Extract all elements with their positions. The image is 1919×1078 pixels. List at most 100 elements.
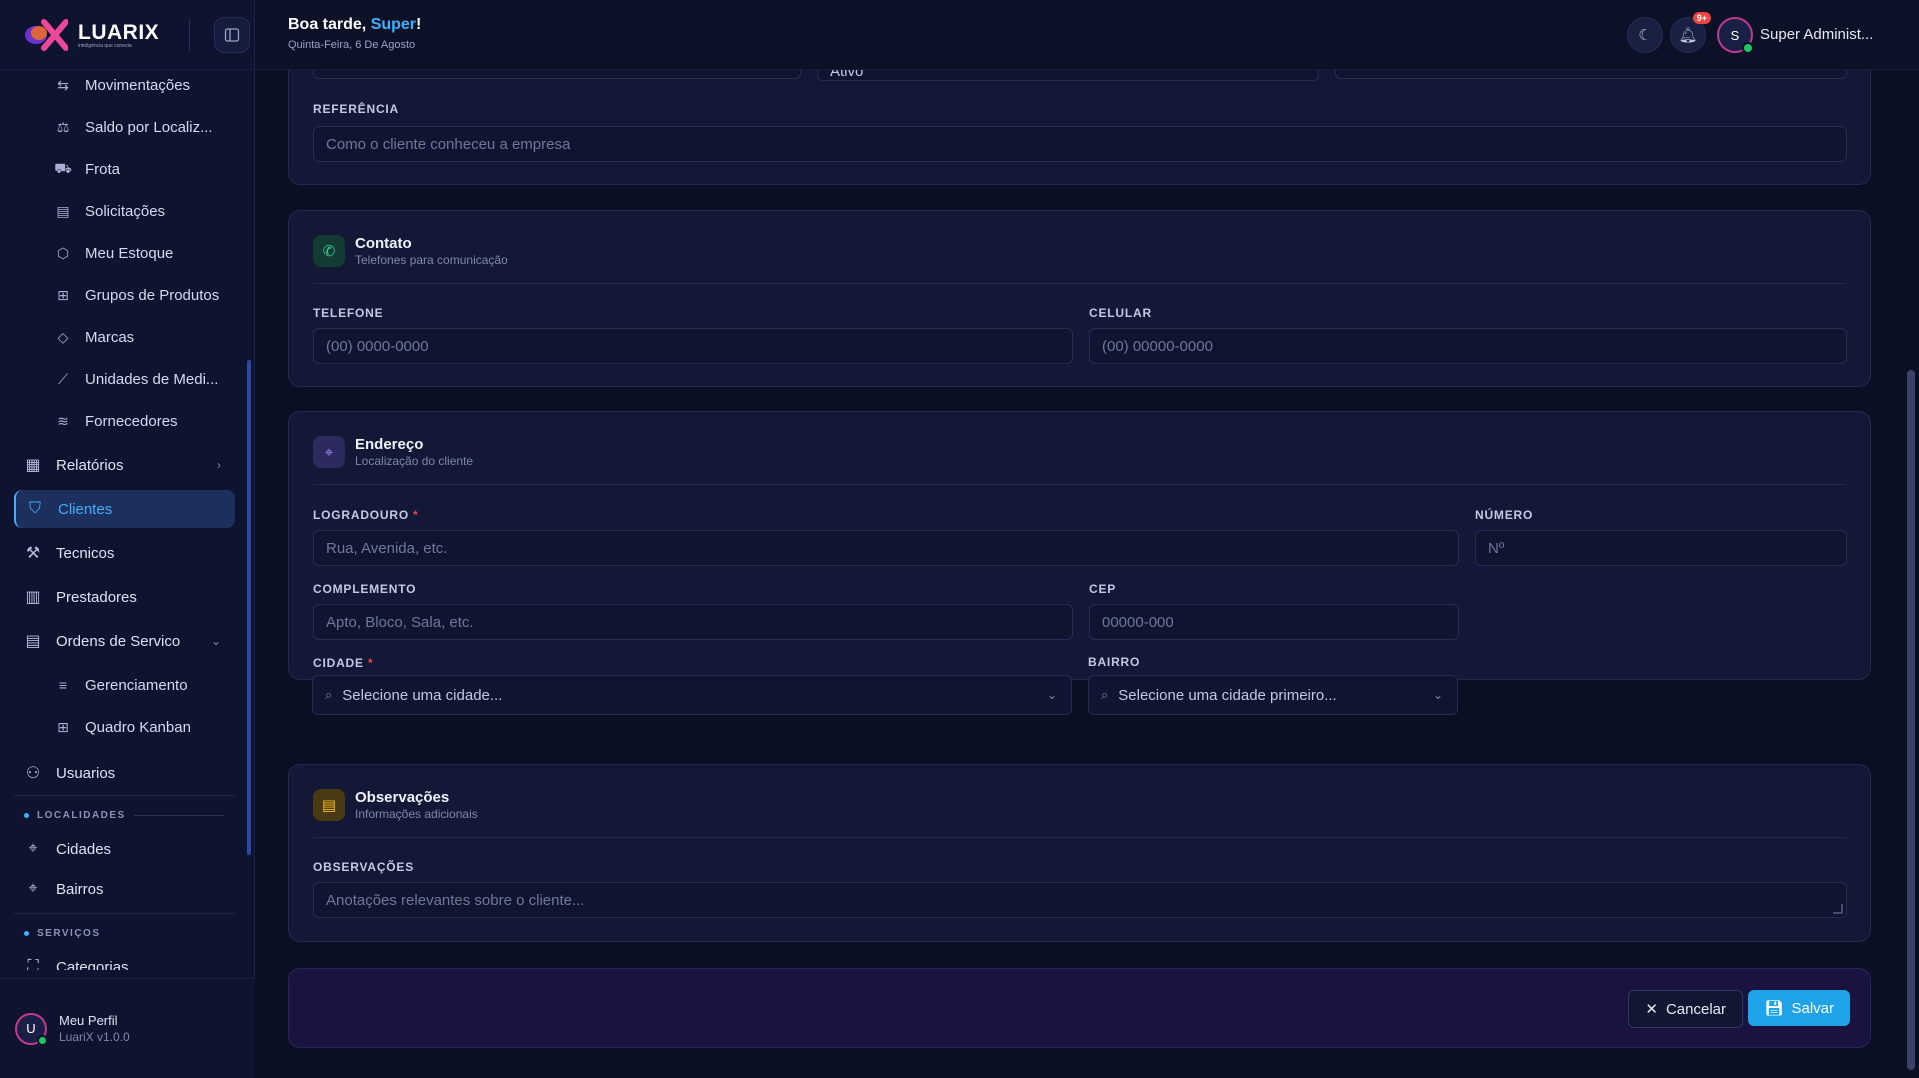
sidebar-item-solicitacoes[interactable]: ▤ Solicitações <box>55 196 165 226</box>
close-icon: ✕ <box>1645 1001 1658 1018</box>
logo-name: LUARIX <box>78 20 160 44</box>
user-name[interactable]: Super Administ... <box>1760 26 1873 43</box>
partial-input-3[interactable] <box>1335 70 1847 79</box>
sidebar-item-clientes[interactable]: ⛉ Clientes <box>14 490 235 528</box>
sidebar-item-relatorios[interactable]: ▦ Relatórios › <box>14 446 235 484</box>
sidebar-item-label: Prestadores <box>56 588 137 606</box>
sidebar-item-bairros[interactable]: ⌖ Bairros <box>14 870 235 908</box>
clipboard-icon: ▤ <box>56 202 70 219</box>
cep-input[interactable]: 00000-000 <box>1089 604 1459 640</box>
complemento-label: COMPLEMENTO <box>313 582 417 596</box>
sidebar-item-frota[interactable]: ⛟ Frota <box>54 154 121 184</box>
user-avatar[interactable]: S <box>1717 17 1754 54</box>
map-pin-icon: ⌖ <box>28 880 38 897</box>
numero-input[interactable]: Nº <box>1475 530 1847 566</box>
sidebar-item-gerenciamento[interactable]: ≡ Gerenciamento <box>55 670 188 700</box>
topbar: Boa tarde, Super! Quinta-Feira, 6 De Ago… <box>255 0 1919 70</box>
wrench-icon: ⚒ <box>25 545 41 562</box>
chevron-right-icon: › <box>217 458 221 472</box>
sidebar-item-label: Cidades <box>56 840 112 858</box>
bairro-label: BAIRRO <box>1088 655 1141 669</box>
partial-input-1[interactable] <box>313 70 801 79</box>
sidebar-item-prestadores[interactable]: ▥ Prestadores <box>14 578 235 616</box>
theme-toggle-button[interactable]: ☾ <box>1627 17 1663 53</box>
sidebar-item-label: Frota <box>85 160 121 178</box>
avatar-initial: U <box>26 1021 36 1036</box>
scrollbar-thumb[interactable] <box>1907 370 1915 1070</box>
bell-icon: 🔔︎ <box>1678 27 1698 44</box>
save-label: Salvar <box>1791 999 1834 1017</box>
complemento-input[interactable]: Apto, Bloco, Sala, etc. <box>313 604 1073 640</box>
document-icon: ▤ <box>313 789 345 821</box>
greeting: Boa tarde, Super! <box>288 16 421 34</box>
card-dados-basicos: Ativo REFERÊNCIA Como o cliente conheceu… <box>288 70 1871 185</box>
section-label: SERVIÇOS <box>37 928 101 939</box>
sidebar-item-unidades[interactable]: ⟋ Unidades de Medi... <box>55 364 218 394</box>
tag-icon: ◇ <box>57 328 69 345</box>
telefone-placeholder: (00) 0000-0000 <box>326 337 429 355</box>
card-header: ⌖ Endereço Localização do cliente <box>313 436 473 468</box>
celular-input[interactable]: (00) 00000-0000 <box>1089 328 1847 364</box>
divider <box>313 837 1846 838</box>
complemento-placeholder: Apto, Bloco, Sala, etc. <box>326 613 474 631</box>
ruler-icon: ⟋ <box>58 370 68 387</box>
map-pin-icon: ⌖ <box>313 436 345 468</box>
sidebar-panel-icon <box>225 27 240 42</box>
resize-handle-icon[interactable] <box>1833 904 1843 914</box>
sidebar-item-fornecedores[interactable]: ≋ Fornecedores <box>55 406 177 436</box>
bairro-select[interactable]: ⌕ Selecione uma cidade primeiro... ⌄ <box>1088 675 1458 715</box>
sidebar-item-categorias[interactable]: ⛶ Categorias <box>14 948 235 970</box>
sidebar-item-cidades[interactable]: ⌖ Cidades <box>14 830 235 868</box>
sidebar-scrollbar[interactable] <box>247 360 251 855</box>
sidebar-item-grupos[interactable]: ⊞ Grupos de Produtos <box>55 280 219 310</box>
card-contato: ✆ Contato Telefones para comunicação TEL… <box>288 210 1871 387</box>
sidebar-item-usuarios[interactable]: ⚇ Usuarios <box>14 754 235 792</box>
chevron-down-icon: ⌄ <box>210 634 221 648</box>
telefone-input[interactable]: (00) 0000-0000 <box>313 328 1073 364</box>
avatar: U <box>15 1012 48 1046</box>
greeting-prefix: Boa tarde, <box>288 16 371 33</box>
cancel-button[interactable]: ✕ Cancelar <box>1628 990 1743 1028</box>
divider <box>189 18 191 51</box>
telefone-label: TELEFONE <box>313 306 384 320</box>
search-icon: ⌕ <box>325 687 333 702</box>
cidade-select[interactable]: ⌕ Selecione uma cidade... ⌄ <box>312 675 1072 715</box>
page-scrollbar[interactable] <box>1903 70 1919 1078</box>
profile-card[interactable]: U Meu Perfil LuariX v1.0.0 <box>0 978 255 1078</box>
observacoes-label: OBSERVAÇÕES <box>313 860 415 874</box>
card-subtitle: Telefones para comunicação <box>355 253 508 267</box>
section-dot <box>24 813 29 818</box>
sidebar-item-label: Tecnicos <box>56 544 115 562</box>
observacoes-placeholder: Anotações relevantes sobre o cliente... <box>326 891 585 909</box>
logradouro-label-text: LOGRADOURO <box>313 508 409 522</box>
required-mark: * <box>413 508 419 522</box>
sidebar-item-meu-estoque[interactable]: ⬡ Meu Estoque <box>55 238 174 268</box>
sidebar-item-marcas[interactable]: ◇ Marcas <box>55 322 135 352</box>
sidebar-item-movimentacoes[interactable]: ⇆ Movimentações <box>55 70 190 100</box>
section-line <box>133 815 224 816</box>
referencia-input[interactable]: Como o cliente conheceu a empresa <box>313 126 1847 162</box>
cidade-select-value: Selecione uma cidade... <box>342 686 503 704</box>
logradouro-input[interactable]: Rua, Avenida, etc. <box>313 530 1459 566</box>
sidebar-item-tecnicos[interactable]: ⚒ Tecnicos <box>14 534 235 572</box>
sidebar-item-ordens[interactable]: ▤ Ordens de Servico ⌄ <box>14 622 235 660</box>
swap-icon: ⇆ <box>57 76 69 93</box>
save-button[interactable]: 💾︎ Salvar <box>1748 990 1850 1026</box>
status-select[interactable]: Ativo <box>817 70 1319 81</box>
divider <box>14 795 235 796</box>
sidebar-item-saldo[interactable]: ⚖ Saldo por Localiz... <box>55 112 213 142</box>
sidebar-toggle-button[interactable] <box>214 16 251 53</box>
sidebar-item-kanban[interactable]: ⊞ Quadro Kanban <box>55 712 191 742</box>
notifications-button[interactable]: 🔔︎ 9+ <box>1670 12 1711 53</box>
numero-label: NÚMERO <box>1475 508 1534 522</box>
logradouro-label: LOGRADOURO * <box>313 508 419 522</box>
card-header: ▤ Observações Informações adicionais <box>313 789 478 821</box>
avatar-initial: S <box>1730 27 1740 43</box>
status-value: Ativo <box>830 70 864 80</box>
notification-badge: 9+ <box>1692 12 1711 24</box>
numero-placeholder: Nº <box>1488 539 1505 557</box>
greeting-suffix: ! <box>416 16 422 33</box>
card-endereco: ⌖ Endereço Localização do cliente LOGRAD… <box>288 411 1871 680</box>
observacoes-textarea[interactable]: Anotações relevantes sobre o cliente... <box>313 882 1847 918</box>
sidebar-item-label: Grupos de Produtos <box>85 286 220 304</box>
